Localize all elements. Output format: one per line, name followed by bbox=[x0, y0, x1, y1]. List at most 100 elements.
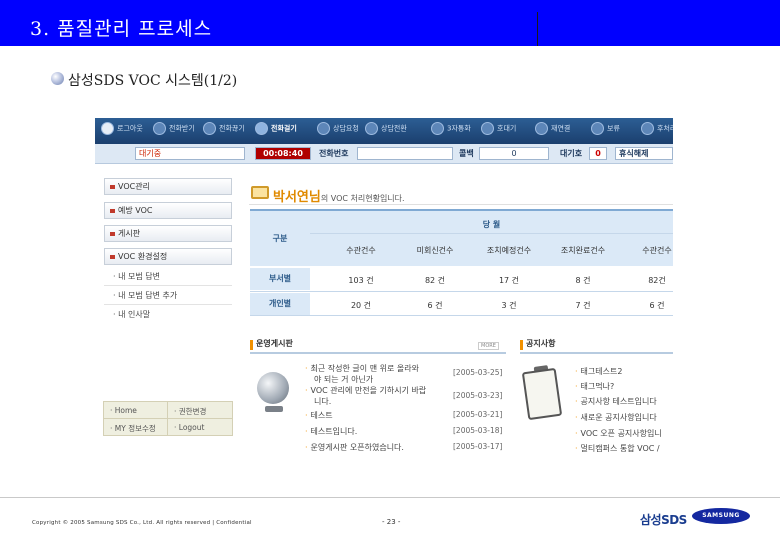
menu-bullet-icon bbox=[110, 184, 115, 189]
phone-label: 전화번호 bbox=[319, 149, 349, 158]
table-cell: 103 건 bbox=[348, 276, 374, 285]
table-cell: 6 건 bbox=[427, 301, 443, 310]
toolbar-three-way-call[interactable]: 3자통화 bbox=[431, 122, 471, 140]
consult-request-icon bbox=[317, 122, 330, 135]
phone-receive-icon bbox=[153, 122, 166, 135]
board-item-title: 최근 작성한 글이 맨 위로 올라와 bbox=[310, 364, 419, 373]
board-item[interactable]: · 테스트입니다. bbox=[305, 426, 357, 437]
menu-label: 예방 VOC bbox=[118, 206, 153, 215]
toolbar-phone-dial[interactable]: 전화걸기 bbox=[255, 122, 297, 140]
board-item[interactable]: · 최근 작성한 글이 맨 위로 올라와 bbox=[305, 363, 419, 374]
phone-number-input[interactable] bbox=[357, 147, 453, 160]
my-info-link[interactable]: · MY 정보수정 bbox=[110, 423, 156, 434]
table-cell: 82건 bbox=[648, 276, 666, 285]
slide-title: 3. 품질관리 프로세스 bbox=[30, 18, 213, 40]
notice-item[interactable]: · 새로운 공지사항입니다 bbox=[575, 412, 657, 423]
menu-bullet-icon bbox=[110, 231, 115, 236]
row-header-title: 구분 bbox=[272, 234, 288, 243]
voc-stats-table: 구분 당 월 수관건수 미회신건수 조치예정건수 조치완료건수 수관건수 부서별… bbox=[250, 209, 673, 316]
board-item: 야 되는 거 아닌가 bbox=[314, 375, 374, 384]
notice-item-title: 멀티캠퍼스 통합 VOC / bbox=[580, 444, 660, 453]
toolbar-label: 전화받기 bbox=[169, 124, 195, 133]
divider bbox=[250, 291, 673, 292]
board-item[interactable]: · VOC 관리에 만전을 기하시기 바랍 bbox=[305, 385, 426, 396]
call-timer: 00:08:40 bbox=[255, 147, 311, 160]
board-more-button[interactable]: MORE bbox=[478, 342, 499, 350]
globe-icon bbox=[257, 372, 289, 404]
bullet-dot: · bbox=[575, 397, 578, 406]
submenu-greeting[interactable]: · 내 인사말 bbox=[113, 309, 150, 320]
board-item-date: [2005-03-17] bbox=[453, 442, 503, 451]
callback-count: 0 bbox=[479, 147, 549, 160]
table-cell: 3 건 bbox=[501, 301, 517, 310]
board-item: 니다. bbox=[314, 397, 332, 406]
menu-board[interactable]: 게시판 bbox=[104, 225, 232, 242]
menu-prevent-voc[interactable]: 예방 VOC bbox=[104, 202, 232, 219]
divider bbox=[104, 418, 232, 419]
toolbar-label: 전화걸기 bbox=[271, 124, 297, 133]
notice-item[interactable]: · 태그먹나? bbox=[575, 381, 614, 392]
callback-label: 콜백 bbox=[459, 149, 474, 158]
submenu-divider bbox=[104, 285, 232, 286]
toolbar-consult-transfer[interactable]: 상담전환 bbox=[365, 122, 407, 140]
notice-item-title: 새로운 공지사항입니다 bbox=[580, 413, 657, 422]
notice-item-title: 태그먹나? bbox=[580, 382, 615, 391]
table-cell: 17 건 bbox=[498, 276, 520, 285]
menu-voc-settings[interactable]: VOC 환경설정 bbox=[104, 248, 232, 265]
toolbar-after-work[interactable]: 후처리 bbox=[641, 122, 673, 140]
toolbar-label: 재연결 bbox=[551, 124, 571, 133]
submenu-divider bbox=[104, 304, 232, 305]
board-title: 운영게시판 bbox=[256, 339, 293, 348]
board-item-date: [2005-03-25] bbox=[453, 368, 503, 377]
table-cell: 8 건 bbox=[575, 276, 591, 285]
toolbar-label: 상담요청 bbox=[333, 124, 359, 133]
clipboard-icon bbox=[521, 367, 563, 421]
toolbar-hold[interactable]: 호대기 bbox=[481, 122, 516, 140]
quick-links-box: · Home · 권한변경 · MY 정보수정 · Logout bbox=[103, 401, 233, 436]
toolbar-phone-receive[interactable]: 전화받기 bbox=[153, 122, 195, 140]
consult-transfer-icon bbox=[365, 122, 378, 135]
toolbar-reconnect[interactable]: 재연결 bbox=[535, 122, 570, 140]
samsung-logo: SAMSUNG bbox=[692, 508, 750, 524]
globe-stand bbox=[265, 406, 283, 412]
notice-item-title: VOC 오픈 공지사항입니 bbox=[580, 429, 662, 438]
divider bbox=[310, 233, 673, 234]
permission-change-link[interactable]: · 권한변경 bbox=[174, 406, 206, 417]
notice-title: 공지사항 bbox=[526, 339, 556, 348]
toolbar-consult-request[interactable]: 상담요청 bbox=[317, 122, 359, 140]
slide-subtitle: 삼성SDS VOC 시스템(1/2) bbox=[68, 73, 238, 89]
board-item-date: [2005-03-23] bbox=[453, 391, 503, 400]
toolbar-phone-hangup[interactable]: 전화끊기 bbox=[203, 122, 245, 140]
notice-item[interactable]: · 공지사항 테스트입니다 bbox=[575, 396, 657, 407]
board-item[interactable]: · 운영게시판 오픈하였습니다. bbox=[305, 442, 404, 453]
notice-item[interactable]: · 멀티캠퍼스 통합 VOC / bbox=[575, 443, 660, 454]
column-header: 조치예정건수 bbox=[486, 246, 532, 255]
agent-state-field: 대기중 bbox=[135, 147, 245, 160]
page-number: - 23 - bbox=[382, 518, 401, 526]
menu-voc-management[interactable]: VOC관리 bbox=[104, 178, 232, 195]
toolbar-label: 보류 bbox=[607, 124, 620, 133]
board-item-title: 운영게시판 오픈하였습니다. bbox=[310, 443, 404, 452]
board-item[interactable]: · 테스트 bbox=[305, 410, 333, 421]
menu-bullet-icon bbox=[110, 208, 115, 213]
phone-hangup-icon bbox=[203, 122, 216, 135]
submenu-my-answers[interactable]: · 내 모범 답변 bbox=[113, 271, 160, 282]
toolbar-label: 후처리 bbox=[657, 124, 673, 133]
table-cell: 20 건 bbox=[350, 301, 372, 310]
menu-label: 게시판 bbox=[118, 229, 141, 238]
notice-item[interactable]: · 태그테스트2 bbox=[575, 366, 622, 377]
board-item-title: 테스트입니다. bbox=[310, 427, 358, 436]
submenu-add-answer[interactable]: · 내 모범 답변 추가 bbox=[113, 290, 177, 301]
section-marker bbox=[520, 340, 523, 350]
greeting-text: 의 VOC 처리현황입니다. bbox=[320, 194, 405, 203]
toolbar-pause[interactable]: 보류 bbox=[591, 122, 620, 140]
logout-link[interactable]: · Logout bbox=[174, 423, 204, 432]
greeting: 박서연님의 VOC 처리현황입니다. bbox=[273, 186, 405, 205]
toolbar-label: 로그아웃 bbox=[117, 124, 143, 133]
divider bbox=[167, 402, 168, 435]
toolbar-logout[interactable]: 로그아웃 bbox=[101, 122, 143, 140]
divider bbox=[249, 204, 673, 205]
home-link[interactable]: · Home bbox=[110, 406, 137, 415]
rest-release-button[interactable]: 휴식해제 bbox=[615, 147, 673, 160]
notice-item[interactable]: · VOC 오픈 공지사항입니 bbox=[575, 428, 662, 439]
